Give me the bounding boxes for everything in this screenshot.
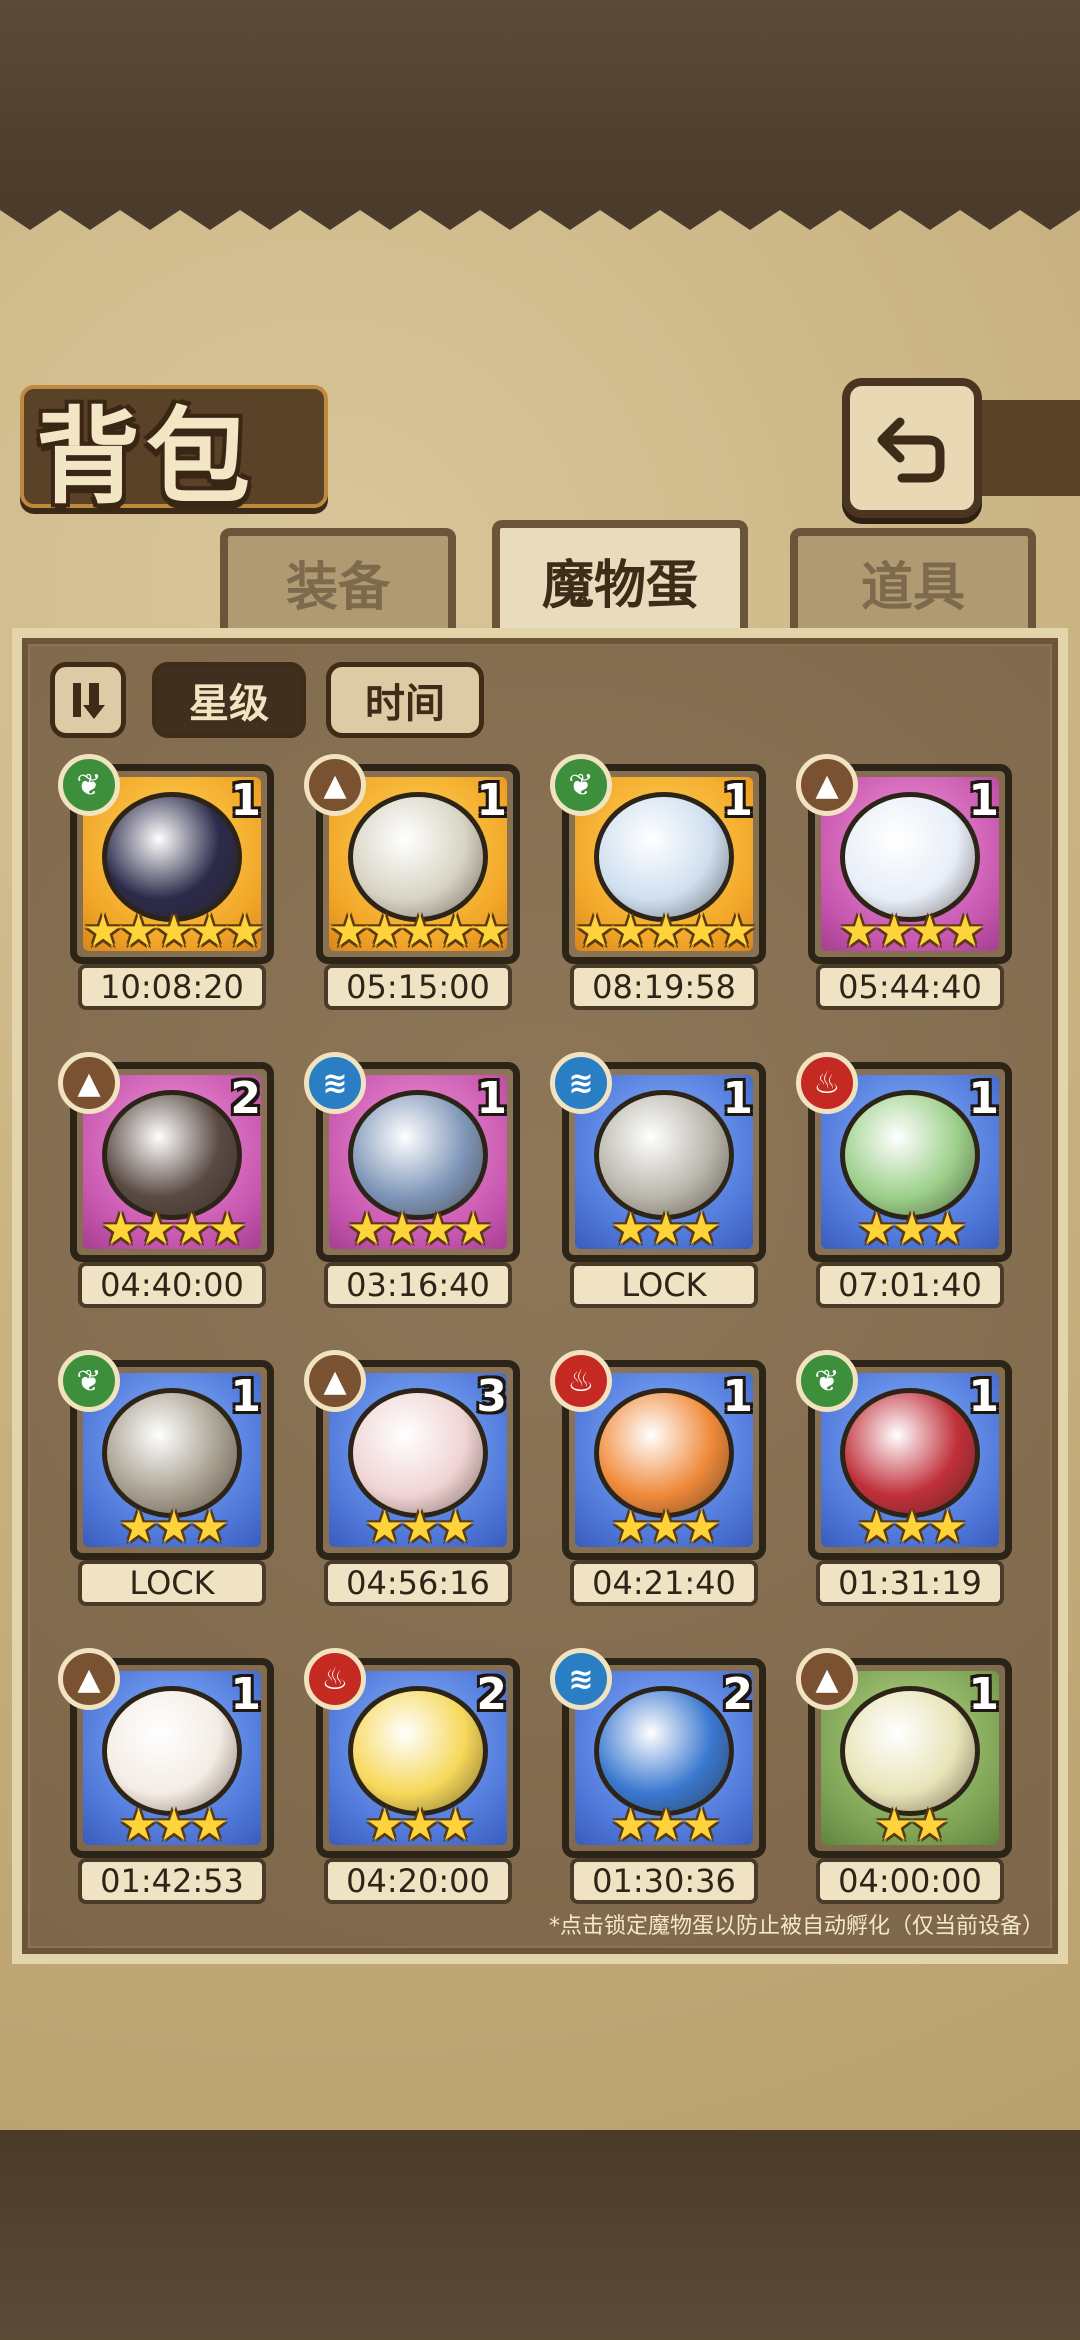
earth-element-icon: ▲ bbox=[796, 1648, 858, 1710]
egg-hatch-timer[interactable]: 04:00:00 bbox=[816, 1858, 1004, 1904]
water-element-icon: ≋ bbox=[550, 1052, 612, 1114]
monster-egg-icon bbox=[840, 1090, 980, 1221]
back-arrow-icon bbox=[877, 417, 945, 483]
monster-egg-icon bbox=[840, 792, 980, 923]
egg-hatch-timer[interactable]: 01:42:53 bbox=[78, 1858, 266, 1904]
egg-quantity: 1 bbox=[230, 775, 261, 826]
egg-star-rating: ★★★★ bbox=[101, 1204, 247, 1255]
leaf-element-icon: ❦ bbox=[796, 1350, 858, 1412]
egg-quantity: 2 bbox=[230, 1073, 261, 1124]
egg-quantity: 1 bbox=[230, 1669, 261, 1720]
monster-egg-icon bbox=[594, 1388, 734, 1519]
egg-quantity: 2 bbox=[476, 1669, 507, 1720]
egg-hatch-timer[interactable]: 08:19:58 bbox=[570, 964, 758, 1010]
page-title: 背包 bbox=[36, 396, 257, 518]
egg-quantity: 1 bbox=[968, 1669, 999, 1720]
egg-hatch-timer[interactable]: 03:16:40 bbox=[324, 1262, 512, 1308]
tab-monster-eggs[interactable]: 魔物蛋 bbox=[492, 520, 748, 632]
earth-element-icon: ▲ bbox=[58, 1648, 120, 1710]
egg-hatch-timer[interactable]: 10:08:20 bbox=[78, 964, 266, 1010]
monster-egg-icon bbox=[594, 1686, 734, 1817]
sort-by-time-button[interactable]: 时间 bbox=[326, 662, 484, 738]
sort-order-icon bbox=[73, 683, 105, 719]
leaf-element-icon: ❦ bbox=[550, 754, 612, 816]
egg-hatch-timer[interactable]: 04:56:16 bbox=[324, 1560, 512, 1606]
egg-quantity: 1 bbox=[476, 775, 507, 826]
egg-star-rating: ★★★ bbox=[364, 1800, 475, 1851]
egg-star-rating: ★★★ bbox=[118, 1800, 229, 1851]
egg-hatch-timer[interactable]: 04:40:00 bbox=[78, 1262, 266, 1308]
monster-egg-icon bbox=[840, 1388, 980, 1519]
water-element-icon: ≋ bbox=[304, 1052, 366, 1114]
sort-by-stars-button[interactable]: 星级 bbox=[152, 662, 306, 738]
egg-hatch-timer[interactable]: 07:01:40 bbox=[816, 1262, 1004, 1308]
monster-egg-icon bbox=[348, 1388, 488, 1519]
monster-egg-icon bbox=[594, 1090, 734, 1221]
earth-element-icon: ▲ bbox=[796, 754, 858, 816]
egg-quantity: 1 bbox=[230, 1371, 261, 1422]
egg-quantity: 1 bbox=[722, 1073, 753, 1124]
egg-lock-label[interactable]: LOCK bbox=[78, 1560, 266, 1606]
top-banner bbox=[0, 0, 1080, 210]
egg-star-rating: ★★★★★ bbox=[575, 906, 756, 957]
earth-element-icon: ▲ bbox=[304, 1350, 366, 1412]
egg-star-rating: ★★★ bbox=[856, 1502, 967, 1553]
tab-equipment-label: 装备 bbox=[285, 557, 390, 618]
fire-element-icon: ♨ bbox=[796, 1052, 858, 1114]
monster-egg-icon bbox=[348, 1686, 488, 1817]
leaf-element-icon: ❦ bbox=[58, 754, 120, 816]
monster-egg-icon bbox=[348, 1090, 488, 1221]
earth-element-icon: ▲ bbox=[304, 754, 366, 816]
earth-element-icon: ▲ bbox=[58, 1052, 120, 1114]
egg-quantity: 1 bbox=[968, 1073, 999, 1124]
tab-monster-eggs-label: 魔物蛋 bbox=[541, 555, 698, 616]
egg-star-rating: ★★★★ bbox=[839, 906, 985, 957]
egg-hatch-timer[interactable]: 05:15:00 bbox=[324, 964, 512, 1010]
egg-star-rating: ★★★★★ bbox=[329, 906, 510, 957]
egg-star-rating: ★★★ bbox=[364, 1502, 475, 1553]
egg-hatch-timer[interactable]: 04:21:40 bbox=[570, 1560, 758, 1606]
bottom-banner bbox=[0, 2130, 1080, 2340]
monster-egg-icon bbox=[348, 792, 488, 923]
egg-quantity: 2 bbox=[722, 1669, 753, 1720]
egg-quantity: 3 bbox=[476, 1371, 507, 1422]
egg-quantity: 1 bbox=[476, 1073, 507, 1124]
tab-items-label: 道具 bbox=[860, 557, 965, 618]
egg-quantity: 1 bbox=[968, 1371, 999, 1422]
back-button[interactable] bbox=[842, 378, 982, 518]
monster-egg-icon bbox=[840, 1686, 980, 1817]
monster-egg-icon bbox=[102, 792, 242, 923]
lock-hint-note: *点击锁定魔物蛋以防止被自动孵化（仅当前设备） bbox=[548, 1914, 1044, 1939]
egg-star-rating: ★★ bbox=[874, 1800, 950, 1851]
egg-star-rating: ★★★ bbox=[610, 1502, 721, 1553]
egg-star-rating: ★★★★★ bbox=[83, 906, 264, 957]
egg-quantity: 1 bbox=[722, 775, 753, 826]
fire-element-icon: ♨ bbox=[304, 1648, 366, 1710]
monster-egg-icon bbox=[102, 1090, 242, 1221]
water-element-icon: ≋ bbox=[550, 1648, 612, 1710]
egg-star-rating: ★★★ bbox=[856, 1204, 967, 1255]
tab-items[interactable]: 道具 bbox=[790, 528, 1036, 628]
egg-quantity: 1 bbox=[722, 1371, 753, 1422]
egg-star-rating: ★★★ bbox=[610, 1204, 721, 1255]
egg-quantity: 1 bbox=[968, 775, 999, 826]
fire-element-icon: ♨ bbox=[550, 1350, 612, 1412]
sort-by-time-label: 时间 bbox=[365, 681, 445, 727]
egg-hatch-timer[interactable]: 05:44:40 bbox=[816, 964, 1004, 1010]
egg-hatch-timer[interactable]: 04:20:00 bbox=[324, 1858, 512, 1904]
egg-hatch-timer[interactable]: 01:31:19 bbox=[816, 1560, 1004, 1606]
egg-hatch-timer[interactable]: 01:30:36 bbox=[570, 1858, 758, 1904]
egg-star-rating: ★★★ bbox=[610, 1800, 721, 1851]
egg-lock-label[interactable]: LOCK bbox=[570, 1262, 758, 1308]
egg-star-rating: ★★★ bbox=[118, 1502, 229, 1553]
sort-by-stars-label: 星级 bbox=[189, 681, 269, 727]
monster-egg-icon bbox=[102, 1388, 242, 1519]
tab-equipment[interactable]: 装备 bbox=[220, 528, 456, 628]
monster-egg-icon bbox=[102, 1686, 242, 1817]
leaf-element-icon: ❦ bbox=[58, 1350, 120, 1412]
egg-star-rating: ★★★★ bbox=[347, 1204, 493, 1255]
sort-order-toggle[interactable] bbox=[50, 662, 126, 738]
monster-egg-icon bbox=[594, 792, 734, 923]
torn-edge-top bbox=[0, 200, 1080, 230]
